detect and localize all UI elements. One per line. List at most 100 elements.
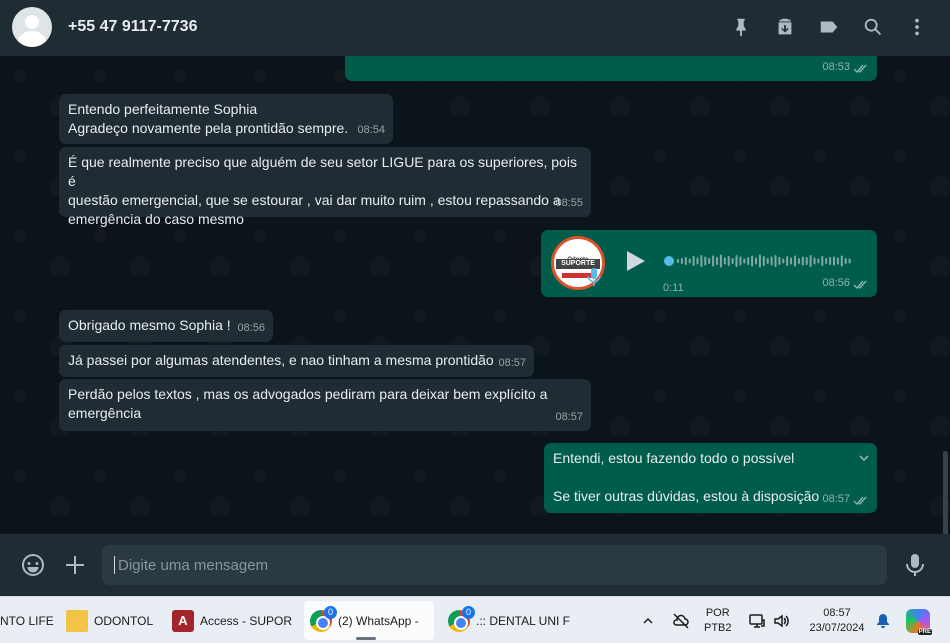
message-text-line: emergência xyxy=(68,405,142,421)
message-text-line: Obrigado mesmo Sophia ! xyxy=(68,317,231,333)
waveform-bar xyxy=(809,255,812,267)
notification-badge: 0 xyxy=(324,605,337,619)
waveform-bar xyxy=(821,256,824,266)
message-time: 08:55 xyxy=(555,197,583,209)
message-meta: 08:57 xyxy=(555,408,583,427)
folder-icon xyxy=(66,609,88,632)
contact-avatar[interactable] xyxy=(12,7,52,47)
taskbar-app-whatsapp[interactable]: 0 (2) WhatsApp - xyxy=(304,601,434,640)
taskbar-app-access[interactable]: A Access - SUPOR xyxy=(172,597,292,643)
message-text-line: Se tiver outras dúvidas, estou à disposi… xyxy=(553,488,820,504)
double-check-icon xyxy=(853,494,869,506)
waveform-bar xyxy=(770,256,773,266)
waveform-bar xyxy=(833,256,835,266)
waveform-bar xyxy=(836,257,839,265)
waveform-bar xyxy=(696,257,699,265)
waveform-bar xyxy=(708,258,711,264)
clock-date: 23/07/2024 xyxy=(809,621,865,634)
play-icon[interactable] xyxy=(623,248,647,274)
message-meta: 08:53 xyxy=(822,58,869,77)
search-icon[interactable] xyxy=(860,14,886,40)
waveform-bar xyxy=(825,258,828,264)
waveform-bar xyxy=(677,259,679,263)
label-icon[interactable] xyxy=(816,14,842,40)
waveform-bar xyxy=(723,257,726,265)
notification-bell-icon[interactable] xyxy=(875,597,891,643)
waveform-bar xyxy=(719,254,722,268)
waveform-bar xyxy=(735,255,738,267)
waveform-bar xyxy=(794,255,796,267)
message-incoming[interactable]: Entendo perfeitamente Sophia Agradeço no… xyxy=(59,94,393,144)
copilot-badge: PRE xyxy=(917,628,932,635)
message-incoming[interactable]: Já passei por algumas atendentes, e nao … xyxy=(59,345,534,377)
waveform-bar xyxy=(813,257,816,265)
message-time: 08:57 xyxy=(555,411,583,423)
language-code: POR xyxy=(705,606,730,619)
menu-icon[interactable] xyxy=(904,14,930,40)
network-offline-icon[interactable] xyxy=(672,597,690,643)
waveform-bar xyxy=(704,256,707,266)
notification-badge: 0 xyxy=(462,605,475,619)
waveform-bar xyxy=(751,255,754,267)
message-incoming[interactable]: Perdão pelos textos , mas os advogados p… xyxy=(59,379,591,431)
waveform-bar xyxy=(766,258,769,264)
message-incoming[interactable]: É que realmente preciso que alguém de se… xyxy=(59,147,591,227)
waveform-bar xyxy=(778,257,781,265)
message-time: 08:56 xyxy=(237,322,265,334)
waveform-bar xyxy=(844,258,847,264)
message-outgoing[interactable]: 08:53 xyxy=(345,56,877,81)
chevron-down-icon[interactable] xyxy=(857,451,871,465)
copilot-icon[interactable]: PRE xyxy=(906,597,932,643)
waveform-bar xyxy=(829,257,832,265)
taskbar-app-dental[interactable]: 0 .:: DENTAL UNI F xyxy=(446,597,570,643)
waveform-bar xyxy=(731,258,734,264)
message-time: 08:57 xyxy=(822,493,850,505)
message-outgoing-audio[interactable]: Odonto SUPORTE 0:11 08:56 xyxy=(541,230,877,297)
input-language[interactable]: POR PTB2 xyxy=(704,597,732,643)
message-time: 08:53 xyxy=(822,61,850,73)
tray-overflow-chevron-icon[interactable] xyxy=(641,597,655,643)
windows-taskbar: NTO LIFE ODONTOL A Access - SUPOR 0 (2) … xyxy=(0,596,950,643)
contact-name[interactable]: +55 47 9117-7736 xyxy=(68,18,197,36)
audio-waveform[interactable] xyxy=(663,252,857,270)
taskbar-app-label: .:: DENTAL UNI F xyxy=(476,613,570,628)
taskbar-app-explorer[interactable]: ODONTOL xyxy=(66,597,160,643)
message-meta: 08:55 xyxy=(555,194,583,213)
volume-icon[interactable] xyxy=(772,597,790,643)
display-icon[interactable] xyxy=(748,597,766,643)
emoji-icon[interactable] xyxy=(20,552,46,578)
waveform-bar xyxy=(782,258,785,264)
message-incoming[interactable]: Obrigado mesmo Sophia ! 08:56 xyxy=(59,310,273,342)
message-time: 08:57 xyxy=(498,357,526,369)
message-text-line xyxy=(553,468,868,487)
waveform-bar xyxy=(692,256,695,266)
chat-area[interactable]: 08:53 Entendo perfeitamente Sophia Agrad… xyxy=(0,56,950,534)
message-outgoing[interactable]: Entendi, estou fazendo todo o possível S… xyxy=(544,443,877,513)
taskbar-app-1[interactable]: NTO LIFE xyxy=(0,597,56,643)
pin-icon[interactable] xyxy=(728,14,754,40)
waveform-bar xyxy=(817,258,820,264)
waveform-bar xyxy=(743,258,746,264)
waveform-bar xyxy=(684,257,687,265)
message-text-line: emergência do caso mesmo xyxy=(68,211,244,227)
double-check-icon xyxy=(853,278,869,290)
message-input[interactable] xyxy=(102,545,887,585)
voice-record-icon[interactable] xyxy=(903,552,927,578)
message-meta: 08:57 xyxy=(498,354,526,373)
text-caret xyxy=(114,556,115,574)
system-clock[interactable]: 08:57 23/07/2024 xyxy=(806,597,868,643)
message-time: 08:54 xyxy=(357,124,385,136)
clock-time: 08:57 xyxy=(823,606,851,619)
attach-plus-icon[interactable] xyxy=(62,552,88,578)
avatar-body-shape xyxy=(18,31,46,47)
chat-scrollbar[interactable] xyxy=(943,451,948,534)
taskbar-app-label: (2) WhatsApp - xyxy=(338,613,419,628)
waveform-bar xyxy=(805,257,808,265)
message-text-line: Já passei por algumas atendentes, e nao … xyxy=(68,352,494,368)
message-composer xyxy=(0,534,950,596)
avatar-head-shape xyxy=(25,15,39,29)
access-icon: A xyxy=(172,609,194,632)
message-text-line: Agradeço novamente pela prontidão sempre… xyxy=(68,120,349,136)
archive-icon[interactable] xyxy=(772,14,798,40)
message-text-line: Entendo perfeitamente Sophia xyxy=(68,101,258,117)
